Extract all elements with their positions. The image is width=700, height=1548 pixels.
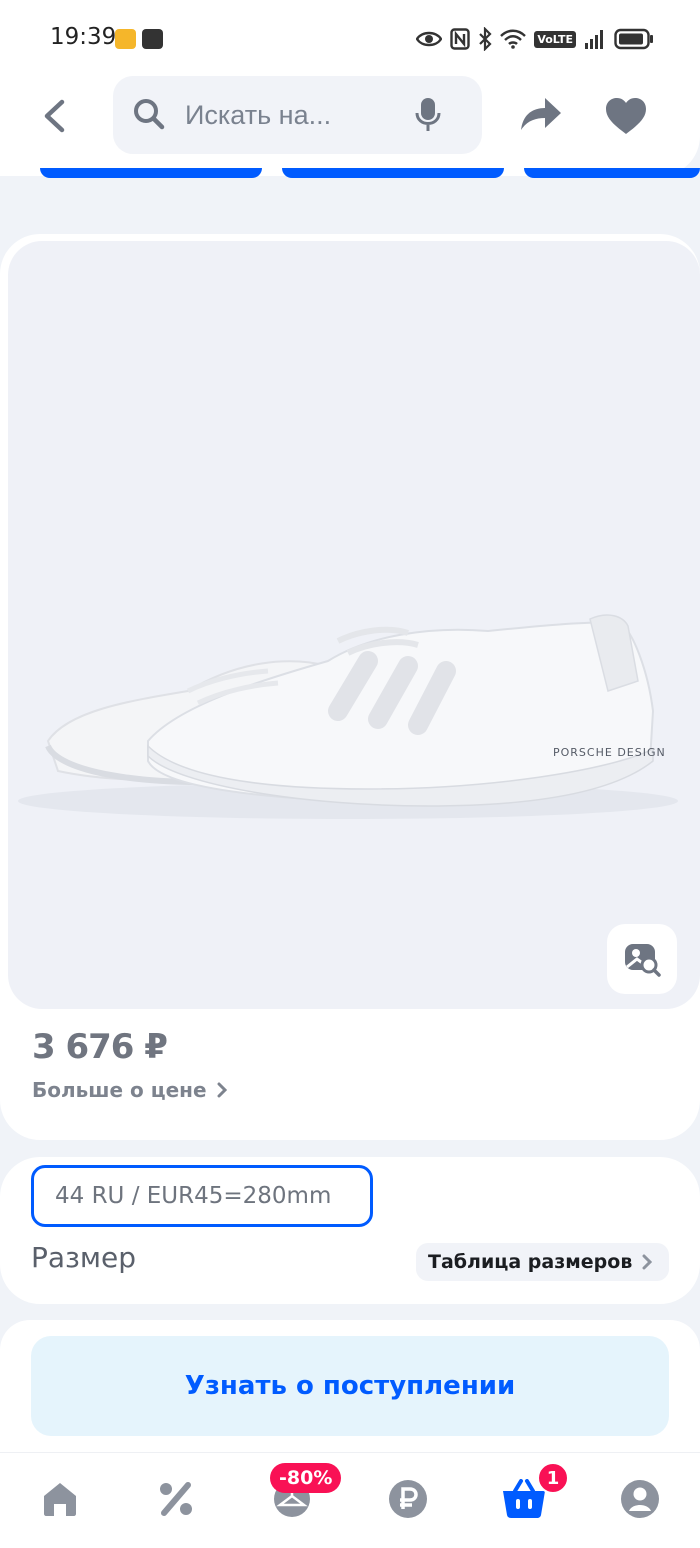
eye-icon — [416, 31, 443, 47]
status-icons: VoLTE — [416, 26, 654, 52]
brand-print-text: PORSCHE DESIGN — [553, 746, 666, 759]
cta-area: Узнать о поступлении — [0, 1320, 700, 1452]
product-card: PORSCHE DESIGN 3 676 ₽ Больше о цене — [0, 234, 700, 1140]
search-bar[interactable] — [113, 76, 482, 154]
product-image: PORSCHE DESIGN — [18, 614, 678, 819]
nav-payments[interactable] — [384, 1475, 432, 1523]
search-icon — [134, 99, 165, 130]
price-details-link[interactable]: Больше о цене — [32, 1078, 227, 1102]
image-search-icon — [625, 944, 661, 977]
profile-icon — [621, 1480, 659, 1518]
product-top-bar — [0, 76, 700, 178]
bluetooth-icon — [479, 27, 492, 51]
heart-icon — [606, 98, 646, 134]
size-selector-card: 44 RU / EUR45=280mm Размер Таблица разме… — [0, 1157, 700, 1304]
size-option-selected[interactable]: 44 RU / EUR45=280mm — [31, 1165, 373, 1227]
percent-icon — [160, 1482, 192, 1516]
status-time: 19:39 — [50, 24, 117, 50]
category-chips-strip — [0, 168, 700, 180]
size-table-label: Таблица размеров — [428, 1251, 633, 1273]
notification-app-icon-2 — [142, 29, 163, 49]
bottom-navigation: -80% 1 — [0, 1452, 700, 1548]
share-icon — [521, 98, 561, 130]
sale-badge: -80% — [270, 1463, 342, 1493]
size-table-button[interactable]: Таблица размеров — [416, 1243, 669, 1281]
battery-icon — [614, 28, 653, 50]
product-price: 3 676 ₽ — [32, 1027, 168, 1067]
home-icon — [44, 1483, 76, 1516]
share-button[interactable] — [517, 94, 563, 138]
back-button[interactable] — [30, 92, 78, 140]
nav-profile[interactable] — [616, 1475, 664, 1523]
price-details-label: Больше о цене — [32, 1078, 207, 1102]
chevron-right-icon — [217, 1082, 227, 1098]
signal-icon — [585, 30, 603, 49]
size-label: Размер — [31, 1241, 137, 1274]
cart-count-badge: 1 — [537, 1462, 569, 1494]
search-input[interactable] — [185, 92, 405, 138]
nav-home[interactable] — [36, 1475, 84, 1523]
microphone-icon[interactable] — [415, 96, 441, 132]
nav-discounts[interactable] — [152, 1475, 200, 1523]
image-search-button[interactable] — [607, 924, 677, 994]
notification-app-icon — [115, 29, 136, 49]
volte-badge: VoLTE — [534, 30, 576, 48]
status-bar: 19:39 VoLTE — [0, 0, 700, 76]
ruble-icon — [389, 1480, 427, 1518]
wifi-icon — [500, 29, 527, 49]
chevron-left-icon — [44, 99, 65, 133]
nfc-icon — [450, 28, 471, 50]
product-photo[interactable]: PORSCHE DESIGN — [8, 241, 700, 1009]
chevron-right-icon — [642, 1254, 653, 1270]
notify-availability-button[interactable]: Узнать о поступлении — [31, 1336, 669, 1436]
favorite-button[interactable] — [604, 96, 648, 140]
